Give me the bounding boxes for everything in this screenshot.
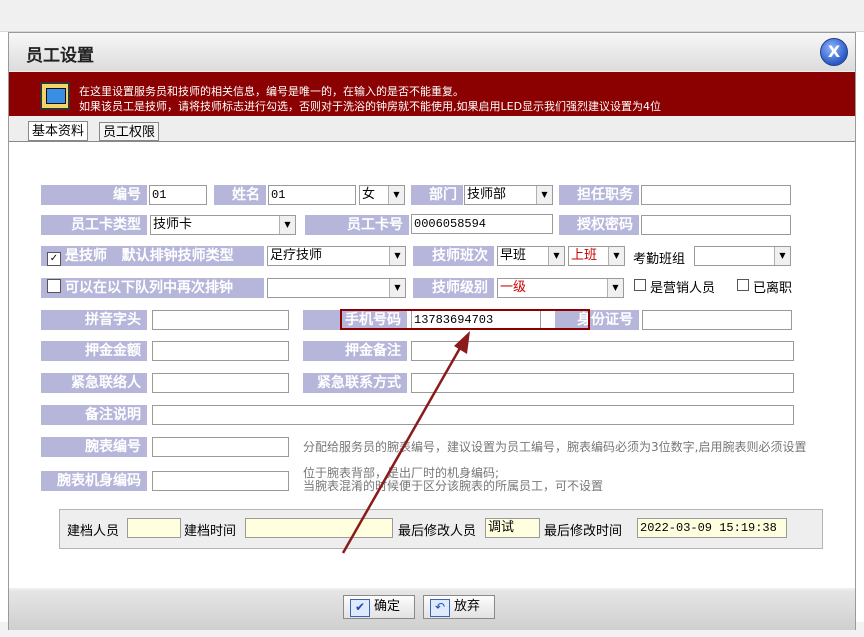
- emergency-contact-label: 紧急联络人: [41, 373, 147, 393]
- cardtype-value: 技师卡: [153, 217, 193, 232]
- emergency-contact-input[interactable]: [152, 373, 289, 393]
- watch-code-hint-2: 当腕表混淆的时候便于区分该腕表的所属员工，可不设置: [303, 479, 604, 493]
- remark-label: 备注说明: [41, 405, 147, 425]
- id-input[interactable]: 01: [149, 185, 207, 205]
- is-tech-checkbox[interactable]: ✓: [47, 252, 61, 266]
- shift-select[interactable]: 早班 ▼: [497, 246, 565, 266]
- chevron-down-icon: ▼: [607, 279, 623, 297]
- chevron-down-icon: ▼: [389, 279, 405, 297]
- dept-value: 技师部: [467, 187, 507, 202]
- pinyin-label: 拼音字头: [41, 310, 147, 330]
- ok-button-label: 确定: [374, 599, 401, 614]
- id-label: 编号: [41, 185, 147, 205]
- pinyin-input[interactable]: [152, 310, 289, 330]
- creator-label: 建档人员: [67, 524, 120, 539]
- deposit-input[interactable]: [152, 341, 289, 361]
- cancel-button-label: 放弃: [454, 599, 481, 614]
- background-top: [0, 0, 864, 32]
- name-input[interactable]: 01: [268, 185, 356, 205]
- cardtype-select[interactable]: 技师卡 ▼: [150, 215, 296, 235]
- default-clock-select[interactable]: 足疗技师 ▼: [267, 246, 406, 266]
- level-label: 技师级别: [413, 278, 494, 298]
- authcode-label: 授权密码: [559, 215, 639, 235]
- is-tech-label: 是技师: [65, 248, 107, 264]
- banner-line-1: 在这里设置服务员和技师的相关信息，编号是唯一的，在输入的是否不能重复。: [79, 85, 464, 98]
- gender-select[interactable]: 女 ▼: [359, 185, 405, 205]
- dept-select[interactable]: 技师部 ▼: [464, 185, 553, 205]
- cardtype-label: 员工卡类型: [41, 215, 147, 235]
- modifier-label: 最后修改人员: [398, 524, 477, 539]
- created-label: 建档时间: [184, 524, 237, 539]
- phone-highlight-box: [340, 309, 590, 330]
- chevron-down-icon: ▼: [389, 247, 405, 265]
- deposit-note-input[interactable]: [411, 341, 794, 361]
- deposit-note-label: 押金备注: [303, 341, 407, 361]
- dept-label: 部门: [411, 185, 463, 205]
- requeue-row-label: 可以在以下队列中再次排钟: [41, 278, 264, 298]
- chevron-down-icon: ▼: [279, 216, 295, 234]
- default-clock-label: 默认排钟技师类型: [121, 248, 234, 264]
- cardno-label: 员工卡号: [305, 215, 409, 235]
- idcard-input[interactable]: [642, 310, 792, 330]
- check-icon: ✔: [350, 599, 370, 617]
- resigned-checkbox[interactable]: [737, 279, 749, 291]
- level-value: 一级: [500, 280, 527, 295]
- default-clock-value: 足疗技师: [270, 248, 323, 263]
- chevron-down-icon: ▼: [388, 186, 404, 204]
- creator-input[interactable]: [127, 518, 181, 538]
- shift-label: 技师班次: [413, 246, 494, 266]
- cardno-input[interactable]: 0006058594: [411, 214, 553, 234]
- modified-label: 最后修改时间: [544, 524, 623, 539]
- close-icon[interactable]: X: [820, 38, 848, 66]
- sales-checkbox[interactable]: [634, 279, 646, 291]
- tech-row-label: ✓ 是技师 默认排钟技师类型: [41, 246, 264, 266]
- resigned-label: 已离职: [753, 281, 793, 296]
- chevron-down-icon: ▼: [536, 186, 552, 204]
- name-label: 姓名: [214, 185, 266, 205]
- level-select[interactable]: 一级 ▼: [497, 278, 624, 298]
- requeue-select[interactable]: ▼: [267, 278, 406, 298]
- attendance-select[interactable]: ▼: [694, 246, 791, 266]
- banner-line-2: 如果该员工是技师，请将技师标志进行勾选，否则对于洗浴的钟房就不能使用,如果启用L…: [79, 100, 662, 113]
- duty-label: 担任职务: [559, 185, 639, 205]
- watch-no-hint: 分配给服务员的腕表编号，建议设置为员工编号，腕表编码必须为3位数字,启用腕表则必…: [303, 440, 807, 454]
- ok-button[interactable]: ✔ 确定: [343, 595, 415, 619]
- watch-no-input[interactable]: [152, 437, 289, 457]
- authcode-input[interactable]: [641, 215, 791, 235]
- gender-value: 女: [362, 187, 376, 202]
- tab-basic-info[interactable]: 基本资料: [28, 121, 89, 141]
- chevron-down-icon: ▼: [774, 247, 790, 265]
- deposit-label: 押金金额: [41, 341, 147, 361]
- info-picture-icon: [40, 82, 70, 110]
- emergency-phone-input[interactable]: [411, 373, 794, 393]
- undo-icon: ↶: [430, 599, 450, 617]
- chevron-down-icon: ▼: [548, 247, 564, 265]
- dialog-title: 员工设置: [26, 46, 94, 66]
- chevron-down-icon: ▼: [608, 247, 624, 265]
- work-status-select[interactable]: 上班 ▼: [568, 246, 625, 266]
- emergency-phone-label: 紧急联系方式: [303, 373, 407, 393]
- watch-code-input[interactable]: [152, 471, 289, 491]
- modified-input[interactable]: 2022-03-09 15:19:38: [637, 518, 787, 538]
- created-input[interactable]: [245, 518, 393, 538]
- modifier-input[interactable]: 调试: [485, 518, 540, 538]
- work-status-value: 上班: [571, 248, 598, 263]
- watch-no-label: 腕表编号: [41, 437, 147, 457]
- requeue-label: 可以在以下队列中再次排钟: [65, 280, 233, 296]
- attendance-label: 考勤班组: [633, 252, 686, 267]
- shift-value: 早班: [500, 248, 527, 263]
- dialog-titlebar: [9, 33, 855, 71]
- duty-input[interactable]: [641, 185, 791, 205]
- remark-input[interactable]: [152, 405, 794, 425]
- requeue-checkbox[interactable]: [47, 279, 61, 293]
- sales-label: 是营销人员: [650, 281, 716, 296]
- watch-code-label: 腕表机身编码: [41, 471, 147, 491]
- tab-employee-permissions[interactable]: 员工权限: [99, 122, 160, 141]
- cancel-button[interactable]: ↶ 放弃: [423, 595, 495, 619]
